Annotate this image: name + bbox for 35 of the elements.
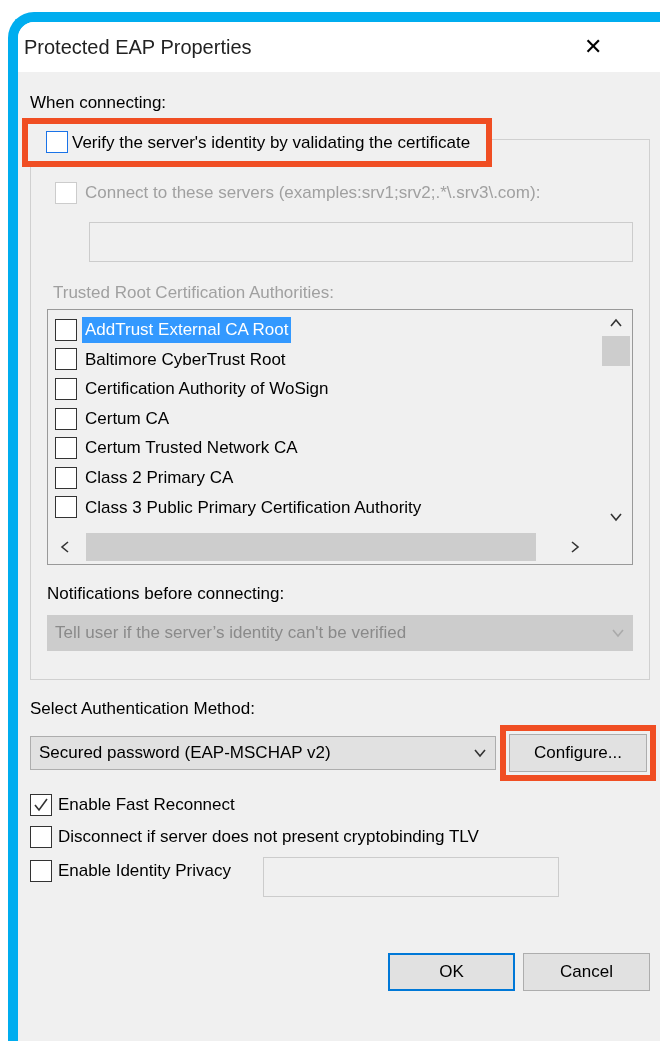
list-item[interactable]: Class 2 Primary CA <box>85 465 234 491</box>
checkbox[interactable] <box>55 466 77 489</box>
checkbox[interactable] <box>46 131 68 154</box>
checkbox[interactable] <box>55 407 77 430</box>
section-label: Trusted Root Certification Authorities: <box>53 281 335 304</box>
list-item[interactable]: Certum CA <box>85 405 170 432</box>
configure-button[interactable]: Configure... <box>509 734 647 772</box>
checkbox[interactable] <box>30 860 52 882</box>
scrollbar-thumb[interactable] <box>602 336 630 366</box>
dialog-button[interactable]: Cancel <box>523 953 650 991</box>
checkbox[interactable] <box>55 318 77 341</box>
checkbox[interactable] <box>55 378 77 400</box>
list-item[interactable]: Baltimore CyberTrust Root <box>85 346 286 373</box>
input-field[interactable] <box>262 857 559 897</box>
window-title: Protected EAP Properties <box>24 35 252 60</box>
checkbox[interactable] <box>55 496 77 519</box>
section-label: Notifications before connecting: <box>47 583 286 605</box>
checkbox-label: Enable Identity Privacy <box>58 860 231 883</box>
list-item[interactable]: Certification Authority of WoSign <box>85 376 329 402</box>
list-item[interactable]: Class 3 Public Primary Certification Authority <box>85 494 422 521</box>
section-label: When connecting: <box>30 92 168 114</box>
checkbox[interactable] <box>55 348 77 371</box>
checkbox-label: Connect to these servers (examples:srv1;srv2;.*\.srv3\.com): <box>85 182 541 204</box>
dialog-button[interactable]: OK <box>388 953 515 991</box>
scrollbar-thumb[interactable] <box>86 533 536 561</box>
checkbox[interactable] <box>30 794 52 816</box>
checkbox-label: Disconnect if server does not present cryptobinding TLV <box>58 826 479 849</box>
close-button[interactable]: ✕ <box>580 36 606 58</box>
section-label: Select Authentication Method: <box>30 697 256 720</box>
dropdown[interactable]: Secured password (EAP-MSCHAP v2) <box>30 736 496 770</box>
checkbox-label: Enable Fast Reconnect <box>58 794 235 817</box>
checkbox[interactable] <box>30 826 52 848</box>
list-item[interactable]: Certum Trusted Network CA <box>85 435 298 461</box>
checkbox[interactable] <box>55 437 77 460</box>
checkbox-label: Verify the server's identity by validating the certificate <box>72 131 471 154</box>
